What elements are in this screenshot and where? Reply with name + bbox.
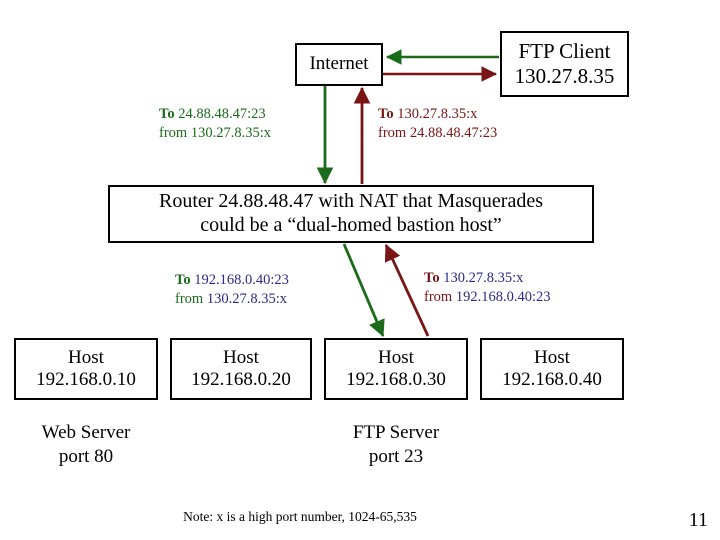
host-2-ip: 192.168.0.20 xyxy=(191,369,291,390)
host-box-4[interactable]: Host 192.168.0.40 xyxy=(480,338,624,400)
ftp-client-ip: 130.27.8.35 xyxy=(514,64,615,88)
host-box-2[interactable]: Host 192.168.0.20 xyxy=(170,338,312,400)
arrow-host3-to-router xyxy=(384,243,430,337)
pkt-out-bottom-from-addr: 130.27.8.35:x xyxy=(206,290,287,307)
router-box[interactable]: Router 24.88.48.47 with NAT that Masquer… xyxy=(108,185,594,243)
host-4-ip: 192.168.0.40 xyxy=(502,369,602,390)
pkt-out-top-from-addr: 130.27.8.35:x xyxy=(190,124,271,141)
host-3-title: Host xyxy=(378,346,414,368)
host-1-title: Host xyxy=(68,346,104,368)
slide-canvas: Internet FTP Client 130.27.8.35 Router 2… xyxy=(0,0,720,540)
pkt-in-bottom-to-word: To xyxy=(424,270,440,286)
footnote-text: Note: x is a high port number, 1024-65,5… xyxy=(183,509,417,524)
pkt-out-bottom-to-word: To xyxy=(175,272,191,288)
web-server-name: Web Server xyxy=(41,422,131,443)
pkt-out-bottom-from-word: from xyxy=(175,290,204,307)
host-1-ip: 192.168.0.10 xyxy=(36,369,136,390)
pkt-out-top-to-word: To xyxy=(159,106,175,122)
packet-label-outbound-top: To 24.88.48.47:23 from 130.27.8.35:x xyxy=(159,105,271,143)
pkt-out-bottom-to-addr: 192.168.0.40:23 xyxy=(194,272,289,288)
host-box-1[interactable]: Host 192.168.0.10 xyxy=(14,338,158,400)
pkt-out-top-from-word: from xyxy=(159,124,188,141)
pkt-in-top-to-word: To xyxy=(378,106,394,122)
pkt-in-bottom-to-addr: 130.27.8.35:x xyxy=(443,270,524,286)
pkt-in-top-from-word: from xyxy=(378,124,407,141)
packet-label-outbound-bottom: To 192.168.0.40:23 from 130.27.8.35:x xyxy=(175,271,289,309)
host-2-title: Host xyxy=(223,346,259,368)
ftp-server-label: FTP Server port 23 xyxy=(324,421,468,469)
ftp-server-name: FTP Server xyxy=(352,422,440,443)
pkt-in-top-to-addr: 130.27.8.35:x xyxy=(397,106,478,122)
router-line-2: could be a “dual-homed bastion host” xyxy=(200,214,502,236)
host-4-title: Host xyxy=(534,346,570,368)
page-number: 11 xyxy=(688,509,708,531)
ftp-server-port: port 23 xyxy=(368,445,424,467)
internet-label: Internet xyxy=(309,53,369,75)
arrow-router-to-host3 xyxy=(342,243,385,338)
host-3-ip: 192.168.0.30 xyxy=(346,369,446,390)
router-line-1: Router 24.88.48.47 with NAT that Masquer… xyxy=(158,190,544,213)
pkt-out-top-to-addr: 24.88.48.47:23 xyxy=(178,106,266,122)
packet-label-inbound-bottom: To 130.27.8.35:x from 192.168.0.40:23 xyxy=(424,269,550,307)
ftp-client-box[interactable]: FTP Client 130.27.8.35 xyxy=(500,31,629,97)
pkt-in-bottom-from-addr: 192.168.0.40:23 xyxy=(455,288,551,305)
host-box-3[interactable]: Host 192.168.0.30 xyxy=(324,338,468,400)
web-server-label: Web Server port 80 xyxy=(14,421,158,469)
internet-box[interactable]: Internet xyxy=(295,43,383,86)
pkt-in-top-from-addr: 24.88.48.47:23 xyxy=(409,124,498,141)
web-server-port: port 80 xyxy=(58,445,114,467)
packet-label-inbound-top: To 130.27.8.35:x from 24.88.48.47:23 xyxy=(378,105,497,143)
pkt-in-bottom-from-word: from xyxy=(424,288,453,305)
ftp-client-title: FTP Client xyxy=(518,39,611,64)
